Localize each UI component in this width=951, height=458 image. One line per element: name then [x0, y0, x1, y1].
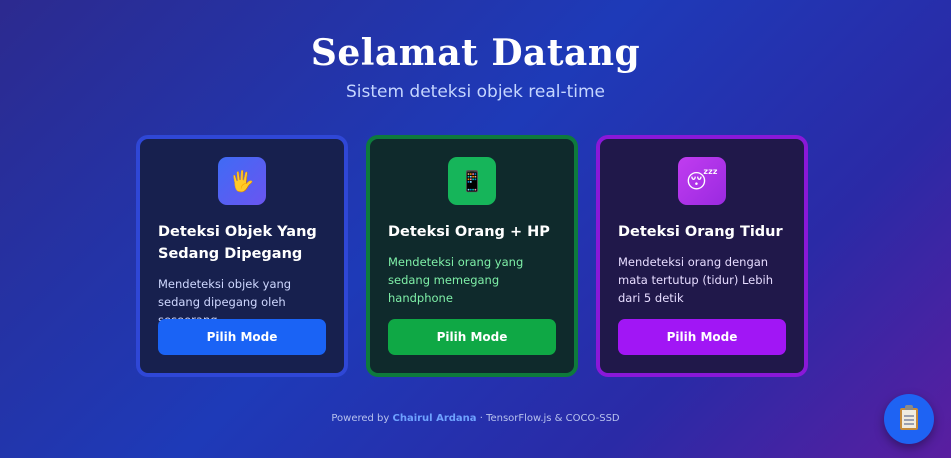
- mobile-phone-icon: 📱: [448, 157, 496, 205]
- raised-hand-icon: 🖐: [218, 157, 266, 205]
- page-title: Selamat Datang: [310, 32, 641, 74]
- card-description: Mendeteksi orang dengan mata tertutup (t…: [618, 255, 774, 305]
- footer-prefix: Powered by: [331, 413, 393, 424]
- clipboard-fab-button[interactable]: [884, 394, 934, 444]
- footer-suffix: · TensorFlow.js & COCO-SSD: [476, 413, 620, 424]
- select-mode-button[interactable]: Pilih Mode: [388, 319, 556, 355]
- select-mode-button[interactable]: Pilih Mode: [618, 319, 786, 355]
- card-title: Deteksi Orang + HP: [388, 224, 550, 240]
- sleeping-face-icon: 😴: [678, 157, 726, 205]
- mode-card-person-phone: 📱 Deteksi Orang + HP Mendeteksi orang ya…: [366, 135, 578, 377]
- mode-card-held-object: 🖐 Deteksi Objek Yang Sedang Dipegang Men…: [136, 135, 348, 377]
- card-description: Mendeteksi orang yang sedang memegang ha…: [388, 255, 524, 305]
- clipboard-icon: [900, 405, 918, 430]
- select-mode-button[interactable]: Pilih Mode: [158, 319, 326, 355]
- card-title: Deteksi Objek Yang Sedang Dipegang: [158, 224, 317, 262]
- card-title: Deteksi Orang Tidur: [618, 224, 783, 240]
- author-link[interactable]: Chairul Ardana: [392, 413, 476, 424]
- footer: Powered by Chairul Ardana · TensorFlow.j…: [0, 413, 951, 424]
- mode-card-sleeping-person: 😴 Deteksi Orang Tidur Mendeteksi orang d…: [596, 135, 808, 377]
- page-subtitle: Sistem deteksi objek real-time: [345, 82, 606, 102]
